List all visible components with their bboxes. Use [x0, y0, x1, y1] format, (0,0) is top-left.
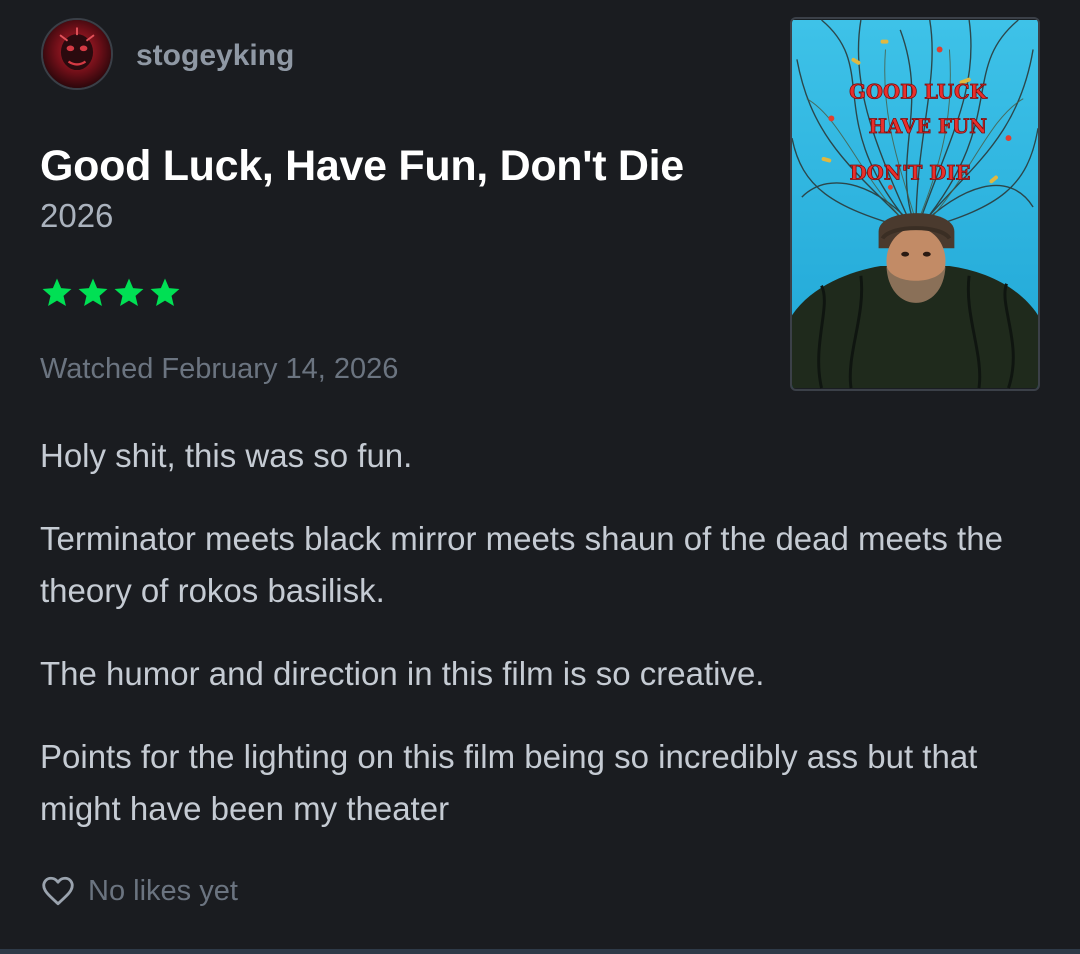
- likes-count-text: No likes yet: [88, 874, 238, 907]
- star-icon: [114, 278, 144, 307]
- review-paragraph: Holy shit, this was so fun.: [40, 437, 413, 474]
- poster-title-line3: DON'T DIE: [850, 161, 971, 184]
- user-avatar-icon: [43, 20, 111, 88]
- review-paragraph: Terminator meets black mirror meets shau…: [40, 520, 1003, 609]
- film-poster[interactable]: GOOD LUCK HAVE FUN DON'T DIE: [790, 17, 1040, 391]
- poster-title-line1: GOOD LUCK: [849, 81, 988, 104]
- like-button[interactable]: No likes yet: [40, 873, 238, 909]
- star-icon: [42, 278, 72, 307]
- review-paragraph: The humor and direction in this film is …: [40, 655, 765, 692]
- star-rating: [40, 276, 182, 312]
- review-paragraph: Points for the lighting on this film bei…: [40, 738, 978, 827]
- star-icon: [150, 278, 180, 307]
- star-icon: [78, 278, 108, 307]
- divider: [0, 949, 1080, 954]
- poster-title-line2: HAVE FUN: [868, 115, 987, 138]
- film-title[interactable]: Good Luck, Have Fun, Don't Die: [40, 142, 780, 191]
- review-text: Holy shit, this was so fun. Terminator m…: [40, 430, 1040, 866]
- username[interactable]: stogeyking: [136, 39, 294, 73]
- heart-icon: [42, 876, 74, 906]
- poster-image: GOOD LUCK HAVE FUN DON'T DIE: [792, 19, 1038, 389]
- film-year[interactable]: 2026: [40, 197, 113, 235]
- user-avatar[interactable]: [41, 18, 113, 90]
- watched-date: Watched February 14, 2026: [40, 353, 399, 385]
